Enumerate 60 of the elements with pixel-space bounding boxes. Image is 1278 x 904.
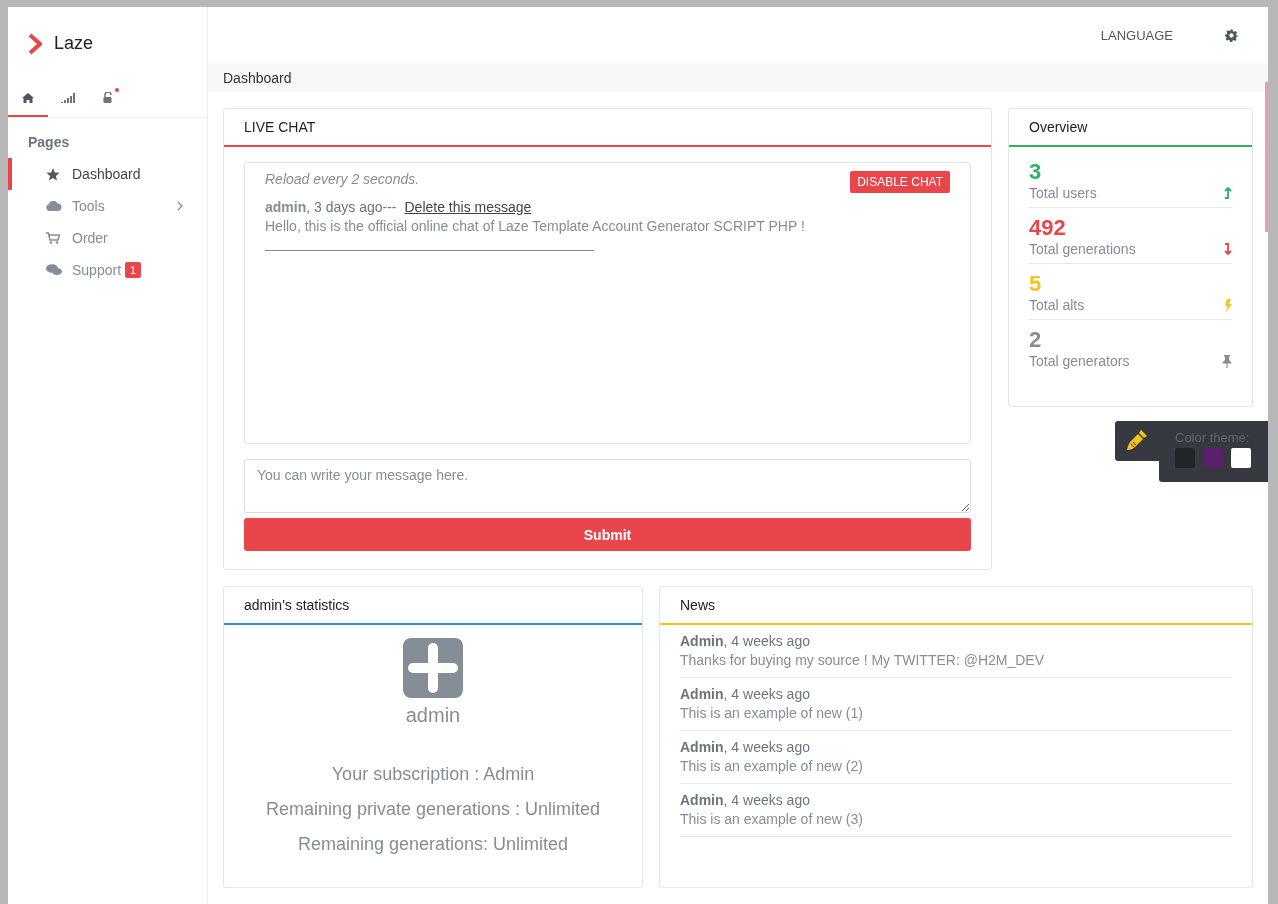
paintbrush-icon[interactable] [1125, 428, 1149, 452]
nav-item[interactable]: Support 1 [8, 254, 207, 286]
submit-button[interactable]: Submit [244, 518, 971, 551]
chat-bubbles-icon [46, 264, 62, 276]
count-badge: 1 [125, 262, 142, 278]
stat-value: 2 [1029, 327, 1043, 353]
news-meta: Admin, 4 weeks ago [680, 739, 811, 755]
stat-label: Total alts [1029, 297, 1085, 313]
scrollbar-thumb[interactable] [1265, 82, 1268, 232]
stat-value: 492 [1029, 215, 1067, 241]
signal-bars-icon [60, 92, 76, 103]
stat-label: Total users [1029, 185, 1097, 201]
color-swatch[interactable] [1203, 448, 1223, 468]
lightning-bolt-icon [1224, 298, 1232, 312]
stat-label: Total generations [1029, 241, 1136, 257]
pushpin-icon [1222, 354, 1232, 368]
message-text: Hello, this is the official online chat of Laze Template Account Generator SCRIPT PHP ! [265, 218, 806, 234]
disable-chat-button[interactable]: DISABLE CHAT [850, 171, 950, 193]
language-menu[interactable]: LANGUAGE [1100, 27, 1173, 43]
news-text: This is an example of new (2) [680, 758, 864, 774]
nav-item[interactable]: Tools [8, 190, 207, 222]
settings-icon[interactable] [1225, 28, 1238, 42]
brand-name: Laze [54, 33, 94, 54]
news-meta: Admin, 4 weeks ago [680, 633, 811, 649]
delete-message-link[interactable]: Delete this message [404, 199, 532, 215]
stat-line: Remaining generations: Unlimited [297, 833, 569, 856]
message-input-field[interactable]: You can write your message here. [244, 459, 971, 513]
news-meta: Admin, 4 weeks ago [680, 686, 811, 702]
arrow-up-icon [1224, 187, 1232, 199]
card-title: Overview [1029, 119, 1088, 135]
cloud-icon [46, 201, 62, 211]
section-heading: Pages [27, 133, 71, 152]
card-title: LIVE CHAT [244, 119, 316, 135]
arrow-down-icon [1224, 243, 1232, 255]
card-title: News [680, 597, 715, 613]
star-icon [46, 167, 60, 181]
reload-note: Reload every 2 seconds. [265, 171, 420, 187]
news-text: Thanks for buying my source ! My TWITTER: @H2M_DEV [680, 652, 1046, 668]
notification-dot [115, 88, 119, 92]
chevron-logo-icon [28, 33, 42, 54]
stat-value: 5 [1029, 271, 1043, 297]
color-swatch[interactable] [1231, 448, 1251, 468]
home-icon [22, 92, 34, 103]
stat-line: Your subscription : Admin [331, 763, 535, 786]
chevron-right-icon [177, 201, 183, 211]
username: admin [405, 704, 461, 727]
nav-item[interactable]: Dashboard [8, 158, 207, 190]
stat-value: 3 [1029, 159, 1043, 185]
stat-label: Total generators [1029, 353, 1130, 369]
news-text: This is an example of new (1) [680, 705, 864, 721]
stat-line: Remaining private generations : Unlimited [265, 798, 601, 821]
news-text: This is an example of new (3) [680, 811, 864, 827]
card-title: admin's statistics [244, 597, 350, 613]
cart-icon [46, 232, 60, 244]
message-meta: admin, 3 days ago--- [265, 199, 397, 215]
unlocked-padlock-icon [103, 92, 113, 103]
breadcrumb[interactable]: Dashboard [223, 69, 292, 86]
plus-square-icon [403, 638, 463, 698]
nav-item[interactable]: Order [8, 222, 207, 254]
news-meta: Admin, 4 weeks ago [680, 792, 811, 808]
